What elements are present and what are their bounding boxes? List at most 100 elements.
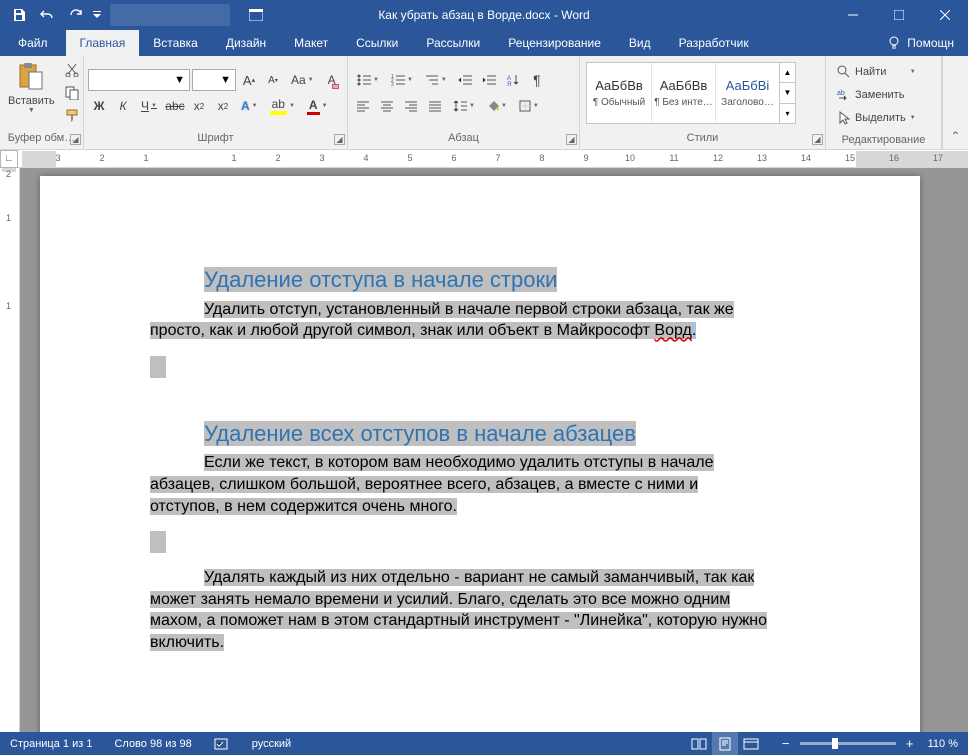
justify-button[interactable] [424,95,446,117]
group-styles: АаБбВв ¶ Обычный АаБбВв ¶ Без инте… АаБб… [580,56,826,149]
multilevel-list-button[interactable]: ▼ [420,69,452,91]
page-scroll-area[interactable]: Удаление отступа в начале строки Удалить… [20,168,968,732]
superscript-button[interactable]: x2 [212,95,234,117]
status-spellcheck[interactable] [210,732,234,755]
tab-design[interactable]: Дизайн [212,30,280,56]
redo-button[interactable] [62,3,88,27]
strikethrough-button[interactable]: abc [164,95,186,117]
status-page[interactable]: Страница 1 из 1 [6,732,96,755]
shrink-font-button[interactable]: A▾ [262,69,284,91]
text-effects-button[interactable]: A▼ [236,95,263,117]
sort-icon: AЯ [507,74,519,86]
close-button[interactable] [922,0,968,30]
qat-customize-button[interactable] [90,3,104,27]
style-no-spacing[interactable]: АаБбВв ¶ Без инте… [651,63,715,123]
status-language[interactable]: русский [248,732,295,755]
gallery-up-button[interactable]: ▲ [780,63,795,83]
find-button[interactable]: Найти▼ [834,61,919,83]
ribbon: Вставить ▼ Буфер обм…◢ ▼ ▼ A▴ A▾ Aa▼ A Ж [0,56,968,150]
style-heading1[interactable]: АаБбВі Заголово… [715,63,779,123]
tab-insert[interactable]: Вставка [139,30,212,56]
group-paragraph: ▼ 123▼ ▼ AЯ ¶ ▼ ▼ ▼ Абзац◢ [348,56,580,149]
styles-gallery: АаБбВв ¶ Обычный АаБбВв ¶ Без инте… АаБб… [586,62,796,124]
style-normal[interactable]: АаБбВв ¶ Обычный [587,63,651,123]
underline-button[interactable]: Ч▼ [136,95,162,117]
zoom-thumb[interactable] [832,738,838,749]
increase-indent-button[interactable] [478,69,500,91]
tab-view[interactable]: Вид [615,30,665,56]
italic-button[interactable]: К [112,95,134,117]
grow-font-button[interactable]: A▴ [238,69,260,91]
clipboard-launcher[interactable]: ◢ [70,134,81,145]
font-size-combo[interactable]: ▼ [192,69,236,91]
undo-button[interactable] [34,3,60,27]
paste-button[interactable]: Вставить ▼ [4,59,59,127]
format-painter-button[interactable] [61,106,83,127]
tab-developer[interactable]: Разработчик [665,30,763,56]
ribbon-display-options-button[interactable] [238,3,274,27]
cursor-icon [837,111,851,125]
tab-review[interactable]: Рецензирование [494,30,615,56]
gallery-more-button[interactable]: ▾ [780,104,795,123]
tell-me-button[interactable]: Помощн [873,30,968,56]
numbering-icon: 123 [391,74,405,86]
view-read-button[interactable] [686,732,712,755]
tab-file[interactable]: Файл [0,30,66,56]
maximize-button[interactable] [876,0,922,30]
tab-mailings[interactable]: Рассылки [412,30,494,56]
zoom-slider[interactable] [800,742,896,745]
horizontal-ruler[interactable]: ∟ 3 2 1 1 2 3 4 5 6 7 8 9 10 11 12 13 14… [0,150,968,168]
show-paragraph-marks-button[interactable]: ¶ [526,69,548,91]
zoom-in-button[interactable]: + [902,736,918,752]
font-name-combo[interactable]: ▼ [88,69,190,91]
collapse-ribbon-button[interactable]: ⌃ [942,56,968,149]
sort-button[interactable]: AЯ [502,69,524,91]
select-button[interactable]: Выделить▼ [834,107,919,129]
align-left-button[interactable] [352,95,374,117]
tab-home[interactable]: Главная [66,30,140,56]
bullets-button[interactable]: ▼ [352,69,384,91]
doc-paragraph-2: Если же текст, в котором вам необходимо … [150,452,850,517]
bold-button[interactable]: Ж [88,95,110,117]
zoom-out-button[interactable]: − [778,736,794,752]
font-launcher[interactable]: ◢ [334,134,345,145]
indent-icon [482,74,496,86]
window-title: Как убрать абзац в Ворде.docx - Word [378,8,589,22]
tab-layout[interactable]: Макет [280,30,342,56]
vertical-ruler[interactable]: 2 1 1 [0,168,20,732]
font-color-button[interactable]: A▼ [302,95,333,117]
subscript-button[interactable]: x2 [188,95,210,117]
numbering-button[interactable]: 123▼ [386,69,418,91]
cut-button[interactable] [61,59,83,80]
doc-paragraph-3: Удалять каждый из них отдельно - вариант… [150,567,850,653]
styles-launcher[interactable]: ◢ [812,134,823,145]
multilevel-icon [425,74,439,86]
zoom-level[interactable]: 110 % [924,738,962,750]
view-web-button[interactable] [738,732,764,755]
clear-formatting-button[interactable]: A [321,69,343,91]
gallery-down-button[interactable]: ▼ [780,83,795,103]
paragraph-launcher[interactable]: ◢ [566,134,577,145]
tab-references[interactable]: Ссылки [342,30,412,56]
user-account-box[interactable] [110,4,230,26]
shading-button[interactable]: ▼ [482,95,512,117]
borders-button[interactable]: ▼ [514,95,544,117]
eraser-icon: A [328,73,336,87]
decrease-indent-button[interactable] [454,69,476,91]
view-print-button[interactable] [712,732,738,755]
copy-button[interactable] [61,82,83,103]
line-spacing-icon [453,100,467,112]
line-spacing-button[interactable]: ▼ [448,95,480,117]
align-right-button[interactable] [400,95,422,117]
highlight-button[interactable]: ab▼ [265,95,300,117]
ribbon-tabs: Файл Главная Вставка Дизайн Макет Ссылки… [0,30,968,56]
save-button[interactable] [6,3,32,27]
tab-selector-button[interactable]: ∟ [0,150,18,168]
status-word-count[interactable]: Слово 98 из 98 [110,732,195,755]
replace-button[interactable]: ab Заменить [834,84,919,106]
document-page[interactable]: Удаление отступа в начале строки Удалить… [40,176,920,732]
align-center-button[interactable] [376,95,398,117]
minimize-button[interactable] [830,0,876,30]
change-case-button[interactable]: Aa▼ [286,69,319,91]
bullets-icon [357,74,371,86]
